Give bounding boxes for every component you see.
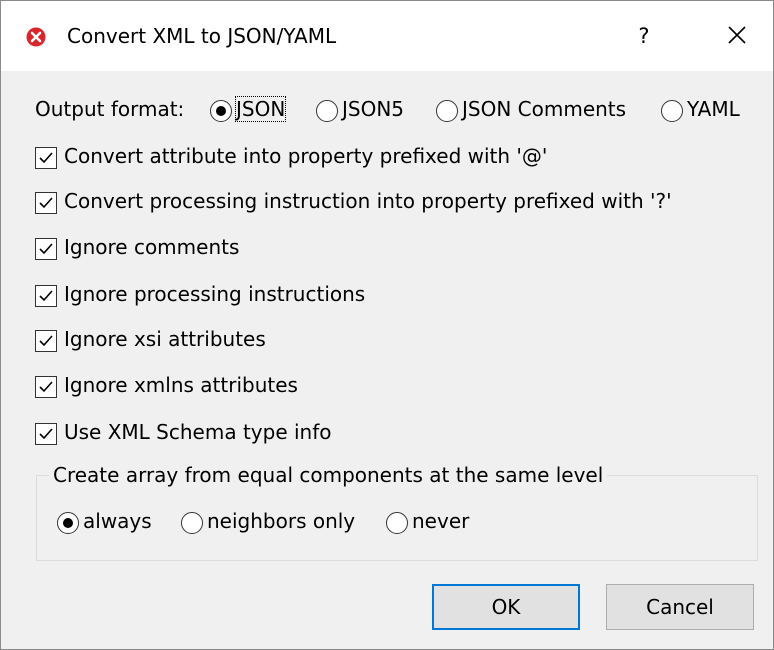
checkmark-icon [39, 243, 53, 255]
checkbox-convert-attribute-label[interactable]: Convert attribute into property prefixed… [64, 144, 547, 168]
checkmark-icon [39, 428, 53, 440]
checkbox-ignore-xmlns[interactable] [35, 376, 57, 398]
title-bar: Convert XML to JSON/YAML ? [1, 1, 773, 71]
checkbox-convert-attribute[interactable] [35, 147, 57, 169]
radio-always-label[interactable]: always [83, 509, 152, 533]
window-title: Convert XML to JSON/YAML [67, 24, 337, 48]
output-format-label: Output format: [35, 97, 185, 121]
checkmark-icon [39, 381, 53, 393]
checkbox-ignore-xsi-label[interactable]: Ignore xsi attributes [64, 327, 266, 351]
radio-neighbors-only[interactable] [181, 512, 203, 534]
checkbox-ignore-comments[interactable] [35, 238, 57, 260]
checkmark-icon [39, 197, 53, 209]
checkbox-ignore-xsi[interactable] [35, 330, 57, 352]
close-icon[interactable] [717, 19, 757, 53]
checkmark-icon [39, 335, 53, 347]
checkbox-ignore-comments-label[interactable]: Ignore comments [64, 235, 239, 259]
checkbox-convert-pi[interactable] [35, 192, 57, 214]
checkmark-icon [39, 152, 53, 164]
ok-button[interactable]: OK [432, 584, 580, 630]
radio-json5[interactable] [316, 100, 338, 122]
help-button[interactable]: ? [629, 19, 659, 53]
radio-neighbors-only-label[interactable]: neighbors only [207, 509, 355, 533]
radio-never-label[interactable]: never [412, 509, 469, 533]
error-x-icon [26, 27, 46, 47]
convert-dialog: Convert XML to JSON/YAML ? Output format… [0, 0, 774, 650]
radio-json-comments-label[interactable]: JSON Comments [462, 97, 626, 121]
checkbox-ignore-pi[interactable] [35, 285, 57, 307]
checkbox-ignore-pi-label[interactable]: Ignore processing instructions [64, 282, 365, 306]
checkbox-convert-pi-label[interactable]: Convert processing instruction into prop… [64, 189, 672, 213]
cancel-button[interactable]: Cancel [606, 584, 754, 630]
checkbox-ignore-xmlns-label[interactable]: Ignore xmlns attributes [64, 373, 298, 397]
checkbox-use-schema-label[interactable]: Use XML Schema type info [64, 420, 332, 444]
array-group-legend: Create array from equal components at th… [49, 463, 608, 487]
radio-json[interactable] [210, 100, 232, 122]
radio-always[interactable] [57, 512, 79, 534]
radio-yaml-label[interactable]: YAML [687, 97, 740, 121]
radio-never[interactable] [386, 512, 408, 534]
checkbox-use-schema[interactable] [35, 423, 57, 445]
radio-yaml[interactable] [661, 100, 683, 122]
checkmark-icon [39, 290, 53, 302]
radio-json-label[interactable]: JSON [234, 96, 287, 122]
radio-json-comments[interactable] [436, 100, 458, 122]
radio-json5-label[interactable]: JSON5 [342, 97, 404, 121]
